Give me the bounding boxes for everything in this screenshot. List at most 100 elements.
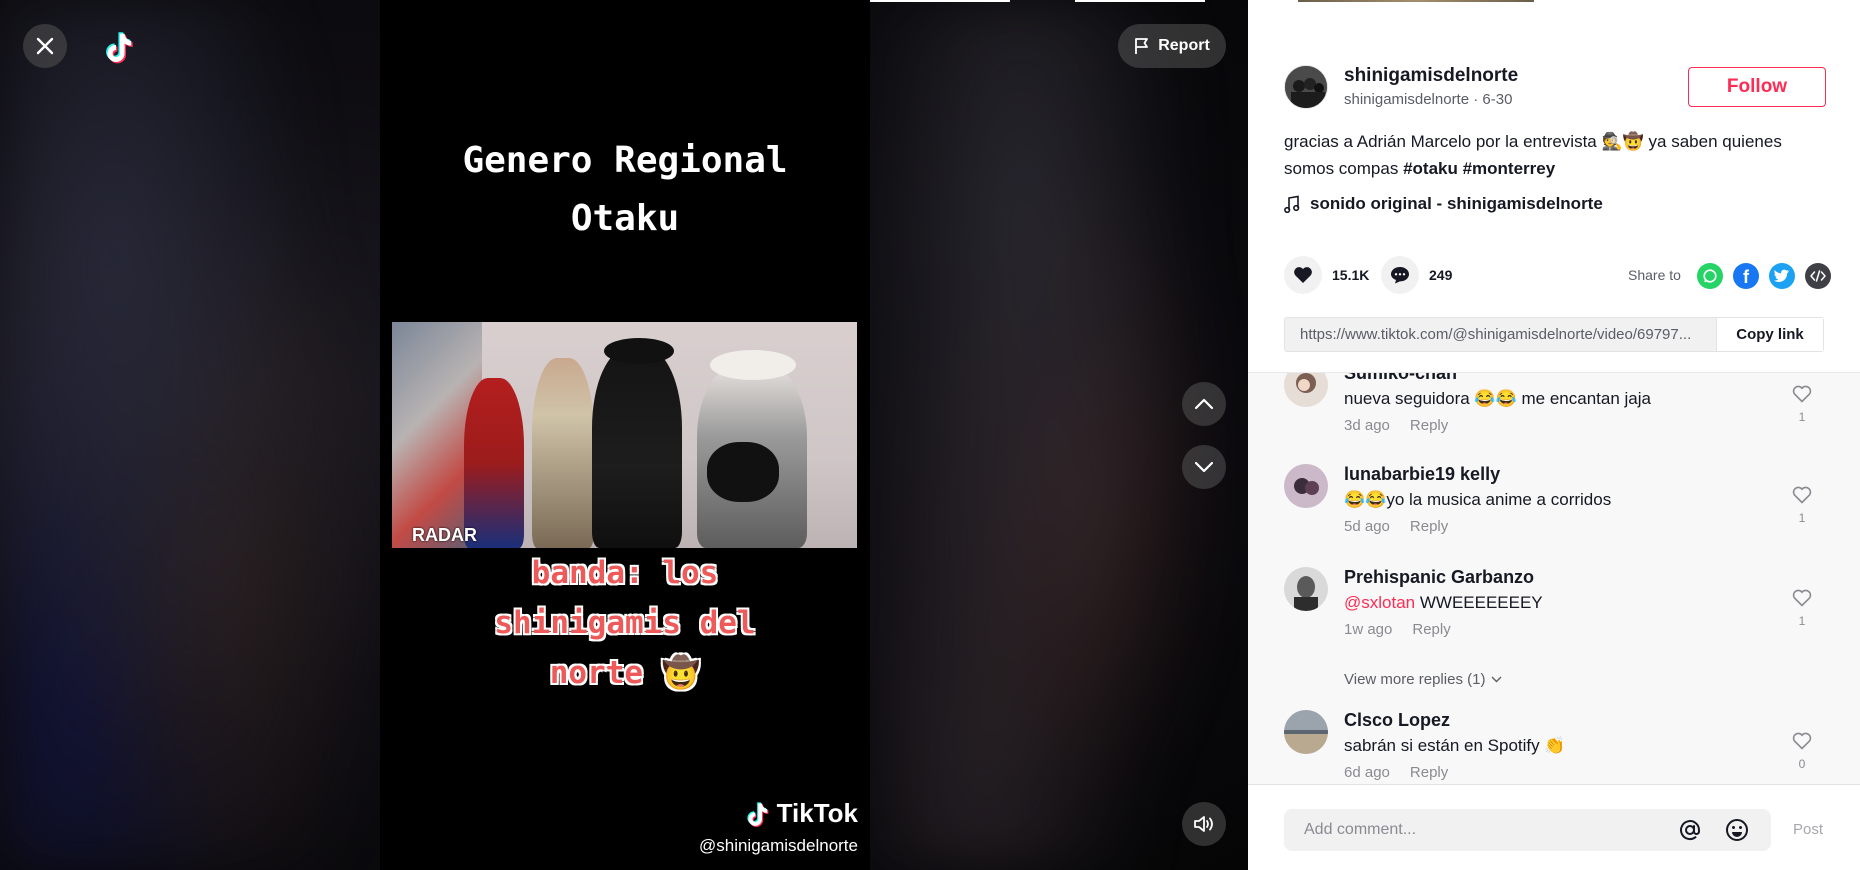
comment-avatar-image [1284, 373, 1328, 407]
tiktok-logo-icon[interactable] [98, 26, 136, 68]
embed-icon[interactable] [1805, 263, 1831, 289]
next-video-button[interactable] [1182, 445, 1226, 489]
comment-avatar-image [1284, 567, 1328, 611]
music-note-icon [1284, 195, 1300, 213]
previous-video-button[interactable] [1182, 382, 1226, 426]
engagement-bar: 15.1K 249 Share to f [1284, 256, 1831, 296]
watermark-username: @shinigamisdelnorte [698, 836, 858, 855]
close-icon [36, 37, 54, 55]
top-thumbnail-strip [1298, 0, 1534, 2]
blurred-background-left [0, 0, 380, 870]
comment-mention[interactable]: @sxlotan [1344, 593, 1415, 612]
chevron-down-icon [1194, 461, 1214, 473]
comment-like-button[interactable]: 0 [1790, 732, 1814, 771]
video-link-bar: https://www.tiktok.com/@shinigamisdelnor… [1284, 317, 1824, 352]
close-button[interactable] [23, 24, 67, 68]
clip-black-hat [604, 338, 674, 364]
comment-avatar-image [1284, 464, 1328, 508]
follow-button[interactable]: Follow [1688, 67, 1826, 107]
video-clip-frame: RADAR [392, 322, 857, 548]
hashtag-link[interactable]: #monterrey [1463, 159, 1556, 178]
volume-button[interactable] [1182, 802, 1226, 846]
avatar[interactable] [1284, 65, 1328, 109]
comment-like-button[interactable]: 1 [1790, 385, 1814, 424]
music-link[interactable]: sonido original - shinigamisdelnorte [1284, 194, 1603, 214]
comment-list[interactable]: Sumiko-chan nueva seguidora 😂😂 me encant… [1248, 372, 1860, 784]
clip-radar-label: RADAR [412, 525, 477, 545]
comment-text: nueva seguidora 😂😂 me encantan jaja [1344, 389, 1651, 408]
comment-avatar[interactable] [1284, 373, 1328, 407]
flag-icon [1135, 38, 1149, 54]
comment-like-count: 0 [1798, 757, 1806, 771]
comment-item: Prehispanic Garbanzo @sxlotan WWEEEEEEEY… [1284, 567, 1824, 647]
comment-username[interactable]: lunabarbie19 kelly [1344, 464, 1500, 485]
avatar-image [1285, 66, 1327, 108]
post-button[interactable]: Post [1793, 821, 1823, 838]
author-info: shinigamisdelnorte shinigamisdelnorte · … [1284, 65, 1826, 113]
author-name[interactable]: shinigamisdelnorte [1344, 65, 1518, 87]
emoji-icon [1726, 819, 1748, 841]
twitter-icon[interactable] [1769, 263, 1795, 289]
report-button[interactable]: Report [1118, 24, 1226, 68]
comment-meta: 6d ago Reply [1344, 764, 1448, 781]
comment-username[interactable]: Prehispanic Garbanzo [1344, 567, 1534, 588]
comment-icon-wrap [1381, 256, 1419, 294]
comment-placeholder: Add comment... [1304, 821, 1417, 838]
reply-button[interactable]: Reply [1412, 621, 1450, 638]
comment-meta: 5d ago Reply [1344, 518, 1448, 535]
video-stage: Genero Regional Otaku RADAR banda: los s… [0, 0, 1248, 870]
top-strip [870, 0, 1010, 2]
video-title-overlay: Genero Regional Otaku [380, 132, 870, 248]
comment-avatar[interactable] [1284, 567, 1328, 611]
comment-text: 😂😂yo la musica anime a corridos [1344, 490, 1612, 509]
video-title-line: Genero Regional [462, 140, 788, 181]
comment-text-body: WWEEEEEEEY [1415, 593, 1543, 612]
video-url[interactable]: https://www.tiktok.com/@shinigamisdelnor… [1300, 326, 1710, 343]
comment-time: 3d ago [1344, 417, 1390, 434]
comment-time: 1w ago [1344, 621, 1393, 638]
comment-count: 249 [1429, 267, 1453, 283]
comment-meta: 1w ago Reply [1344, 621, 1451, 638]
report-label: Report [1158, 37, 1210, 54]
like-icon-wrap [1284, 256, 1322, 294]
hashtag-link[interactable]: #otaku [1403, 159, 1458, 178]
whatsapp-icon[interactable] [1697, 263, 1723, 289]
comment-username[interactable]: Clsco Lopez [1344, 710, 1450, 731]
mention-button[interactable] [1677, 817, 1703, 843]
video-caption-line: banda: los [531, 555, 719, 591]
blurred-background-right [870, 0, 1248, 870]
comment-like-button[interactable]: 1 [1790, 589, 1814, 628]
comment-avatar-image [1284, 710, 1328, 754]
heart-outline-icon [1792, 732, 1812, 750]
comment-avatar[interactable] [1284, 710, 1328, 754]
video-caption-overlay: banda: los shinigamis del norte 🤠 [390, 548, 860, 698]
heart-outline-icon [1792, 486, 1812, 504]
volume-icon [1194, 816, 1213, 832]
comment-meta: 3d ago Reply [1344, 417, 1448, 434]
emoji-button[interactable] [1724, 817, 1750, 843]
comment-username[interactable]: Sumiko-chan [1344, 373, 1457, 384]
copy-link-button[interactable]: Copy link [1716, 318, 1823, 351]
reply-button[interactable]: Reply [1410, 417, 1448, 434]
like-button[interactable]: 15.1K [1284, 256, 1369, 294]
whatsapp-glyph [1703, 269, 1717, 283]
comment-icon [1391, 267, 1409, 284]
video-caption-line: shinigamis del [494, 605, 756, 641]
comment-text: sabrán si están en Spotify 👏 [1344, 736, 1566, 755]
comment-input[interactable]: Add comment... [1284, 809, 1771, 851]
comment-like-button[interactable]: 1 [1790, 486, 1814, 525]
comment-text: @sxlotan WWEEEEEEEY [1344, 593, 1543, 613]
share-label: Share to [1628, 267, 1681, 283]
comment-time: 6d ago [1344, 764, 1390, 781]
comment-avatar[interactable] [1284, 464, 1328, 508]
comment-button[interactable]: 249 [1381, 256, 1452, 294]
video-caption-line: norte 🤠 [549, 655, 701, 691]
video-player[interactable]: Genero Regional Otaku RADAR banda: los s… [380, 0, 870, 870]
reply-button[interactable]: Reply [1410, 764, 1448, 781]
facebook-icon[interactable]: f [1733, 263, 1759, 289]
view-more-replies[interactable]: View more replies (1) [1344, 671, 1502, 688]
reply-button[interactable]: Reply [1410, 518, 1448, 535]
clip-guitar [707, 442, 779, 502]
heart-outline-icon [1792, 589, 1812, 607]
chevron-up-icon [1194, 398, 1214, 410]
